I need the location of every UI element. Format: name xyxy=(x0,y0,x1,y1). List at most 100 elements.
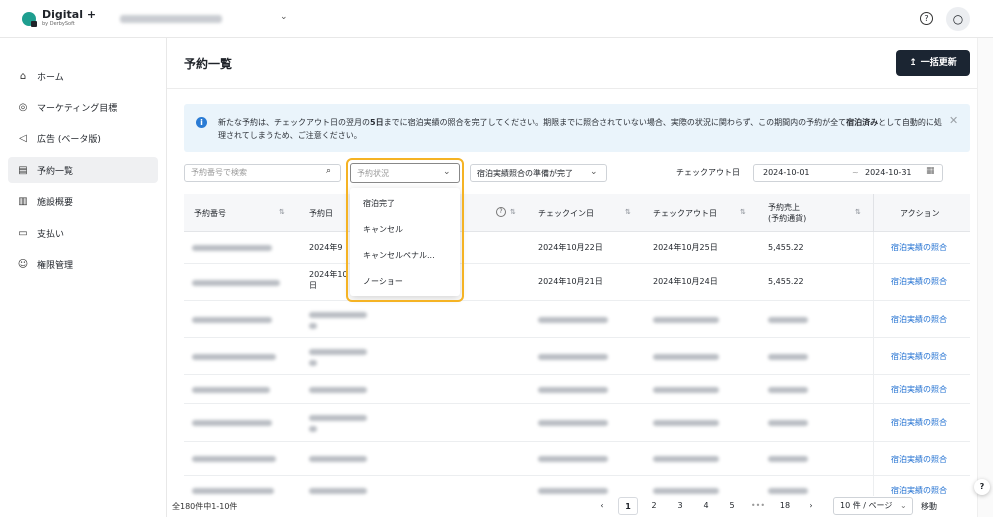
checkout-date: 2024年10月25日 xyxy=(653,243,718,252)
page-4[interactable]: 4 xyxy=(696,497,716,515)
page-2[interactable]: 2 xyxy=(644,497,664,515)
page-ellipsis[interactable]: ••• xyxy=(748,497,768,515)
sidebar-item-permissions[interactable]: ☺ 権限管理 xyxy=(8,251,158,277)
reconcile-link[interactable]: 宿泊実績の照合 xyxy=(891,276,947,287)
chevron-down-icon: ⌄ xyxy=(900,501,907,510)
col-checkin: チェックイン日 xyxy=(538,208,594,218)
col-booking-date: 予約日 xyxy=(309,208,333,218)
booking-number-redacted xyxy=(192,280,280,286)
page-5[interactable]: 5 xyxy=(722,497,742,515)
scrollbar[interactable] xyxy=(977,38,993,517)
pagination-total: 全180件中1-10件 xyxy=(172,502,238,511)
sidebar-item-bookings[interactable]: ▤ 予約一覧 xyxy=(8,157,158,183)
booking-status-select[interactable]: 予約状況 ⌄ xyxy=(350,163,460,183)
upload-icon: ↥ xyxy=(909,58,917,68)
revenue: 5,455.22 xyxy=(768,277,804,286)
ready-select-value: 宿泊実績照合の準備が完了 xyxy=(477,169,573,178)
reconcile-link[interactable]: 宿泊実績の照合 xyxy=(891,314,947,325)
checkout-date-range[interactable]: 2024-10-01 ~ 2024-10-31 ▦ xyxy=(753,164,943,182)
list-icon: ▤ xyxy=(18,164,28,176)
property-name-redacted xyxy=(120,15,222,23)
table-row[interactable]: 宿泊実績の照合 xyxy=(184,442,970,476)
sidebar-item-payments[interactable]: ▭ 支払い xyxy=(8,220,158,246)
reconcile-link[interactable]: 宿泊実績の照合 xyxy=(891,454,947,465)
bulk-update-button[interactable]: ↥ 一括更新 xyxy=(896,50,970,76)
table-row[interactable]: 宿泊実績の照合 xyxy=(184,375,970,404)
search-input[interactable] xyxy=(191,168,321,177)
status-option-cancel-penalty[interactable]: キャンセルペナル... xyxy=(350,243,460,269)
floating-help-icon[interactable]: ? xyxy=(974,479,990,495)
booking-number-redacted xyxy=(192,245,272,251)
date-to[interactable]: 2024-10-31 xyxy=(865,168,912,177)
calendar-icon: ▦ xyxy=(926,166,935,176)
reconcile-link[interactable]: 宿泊実績の照合 xyxy=(891,485,947,496)
info-icon: i xyxy=(196,117,207,128)
reconcile-link[interactable]: 宿泊実績の照合 xyxy=(891,242,947,253)
sidebar-item-label: 権限管理 xyxy=(37,260,74,271)
col-action: アクション xyxy=(900,208,940,218)
sidebar-item-property[interactable]: ▥ 施設概要 xyxy=(8,188,158,214)
revenue: 5,455.22 xyxy=(768,243,804,252)
table-row[interactable]: 2024年9 2024年10月22日 2024年10月25日 5,455.22 … xyxy=(184,232,970,264)
sort-icon[interactable]: ⇅ xyxy=(279,208,285,216)
table-row[interactable]: 宿泊実績の照合 xyxy=(184,476,970,496)
sidebar-item-label: 広告 (ベータ版) xyxy=(37,134,101,145)
page-1[interactable]: 1 xyxy=(618,497,638,515)
user-avatar[interactable]: ○ xyxy=(946,7,970,31)
status-placeholder: 予約状況 xyxy=(357,169,389,178)
table-row[interactable]: 宿泊実績の照合 xyxy=(184,404,970,442)
target-icon: ◎ xyxy=(18,101,28,113)
reconcile-link[interactable]: 宿泊実績の照合 xyxy=(891,351,947,362)
checkout-date-label: チェックアウト日 xyxy=(676,168,740,177)
col-booking-number: 予約番号 xyxy=(194,208,226,218)
table-row[interactable]: 2024年10 日 2024年10月21日 2024年10月24日 5,455.… xyxy=(184,264,970,301)
goto-label: 移動 xyxy=(921,502,937,511)
reconciliation-ready-select[interactable]: 宿泊実績照合の準備が完了 ⌄ xyxy=(470,164,607,182)
sort-icon[interactable]: ⇅ xyxy=(625,208,631,216)
prev-page-icon[interactable]: ‹ xyxy=(595,497,609,515)
date-separator: ~ xyxy=(852,168,859,177)
reconcile-link[interactable]: 宿泊実績の照合 xyxy=(891,384,947,395)
sidebar-item-home[interactable]: ⌂ ホーム xyxy=(8,63,158,89)
help-icon[interactable]: ? xyxy=(496,207,506,217)
help-icon[interactable]: ? xyxy=(920,12,933,25)
search-icon[interactable]: ⌕ xyxy=(326,166,331,176)
page-18[interactable]: 18 xyxy=(774,497,796,515)
search-field[interactable]: ⌕ xyxy=(184,164,341,182)
sidebar: ⌂ ホーム ◎ マーケティング目標 ◁ 広告 (ベータ版) ▤ 予約一覧 ▥ 施… xyxy=(0,38,167,517)
status-option-no-show[interactable]: ノーショー xyxy=(350,269,460,295)
building-icon: ▥ xyxy=(18,195,28,207)
booking-date: 2024年9 xyxy=(309,243,343,252)
sidebar-item-label: 支払い xyxy=(37,229,65,240)
chevron-down-icon: ⌄ xyxy=(443,167,451,177)
reconcile-link[interactable]: 宿泊実績の照合 xyxy=(891,417,947,428)
sort-icon[interactable]: ⇅ xyxy=(855,208,861,216)
user-icon: ○ xyxy=(952,12,964,26)
next-page-icon[interactable]: › xyxy=(804,497,818,515)
info-notice: i 新たな予約は、チェックアウト日の翌月の5日までに宿泊実績の照合を完了してくだ… xyxy=(184,104,970,152)
chevron-down-icon: ⌄ xyxy=(590,167,598,177)
sidebar-item-ads[interactable]: ◁ 広告 (ベータ版) xyxy=(8,125,158,151)
page-3[interactable]: 3 xyxy=(670,497,690,515)
notice-text: 新たな予約は、チェックアウト日の翌月の5日までに宿泊実績の照合を完了してください… xyxy=(218,118,942,140)
sidebar-item-marketing-goals[interactable]: ◎ マーケティング目標 xyxy=(8,94,158,120)
status-dropdown-menu: 宿泊完了 キャンセル キャンセルペナル... ノーショー xyxy=(350,188,460,296)
date-from[interactable]: 2024-10-01 xyxy=(763,168,810,177)
page-size-select[interactable]: 10 件 / ページ ⌄ xyxy=(833,497,913,515)
close-icon[interactable]: ✕ xyxy=(949,114,958,127)
status-option-stayed[interactable]: 宿泊完了 xyxy=(350,191,460,217)
status-option-cancelled[interactable]: キャンセル xyxy=(350,217,460,243)
property-selector[interactable]: ⌄ xyxy=(120,11,290,27)
checkin-date: 2024年10月22日 xyxy=(538,243,603,252)
sort-icon[interactable]: ⇅ xyxy=(740,208,746,216)
sidebar-item-label: 予約一覧 xyxy=(37,166,74,177)
app-name: Digital + xyxy=(42,8,97,21)
top-bar: Digital + by DerbySoft ⌄ ? ○ xyxy=(0,0,993,38)
page-title: 予約一覧 xyxy=(184,57,233,71)
table-row[interactable]: 宿泊実績の照合 xyxy=(184,301,970,338)
app-logo[interactable]: Digital + by DerbySoft xyxy=(22,9,96,27)
table-row[interactable]: 宿泊実績の照合 xyxy=(184,338,970,375)
user-key-icon: ☺ xyxy=(17,258,29,270)
sort-icon[interactable]: ⇅ xyxy=(510,208,516,216)
app-subtitle: by DerbySoft xyxy=(42,21,75,27)
